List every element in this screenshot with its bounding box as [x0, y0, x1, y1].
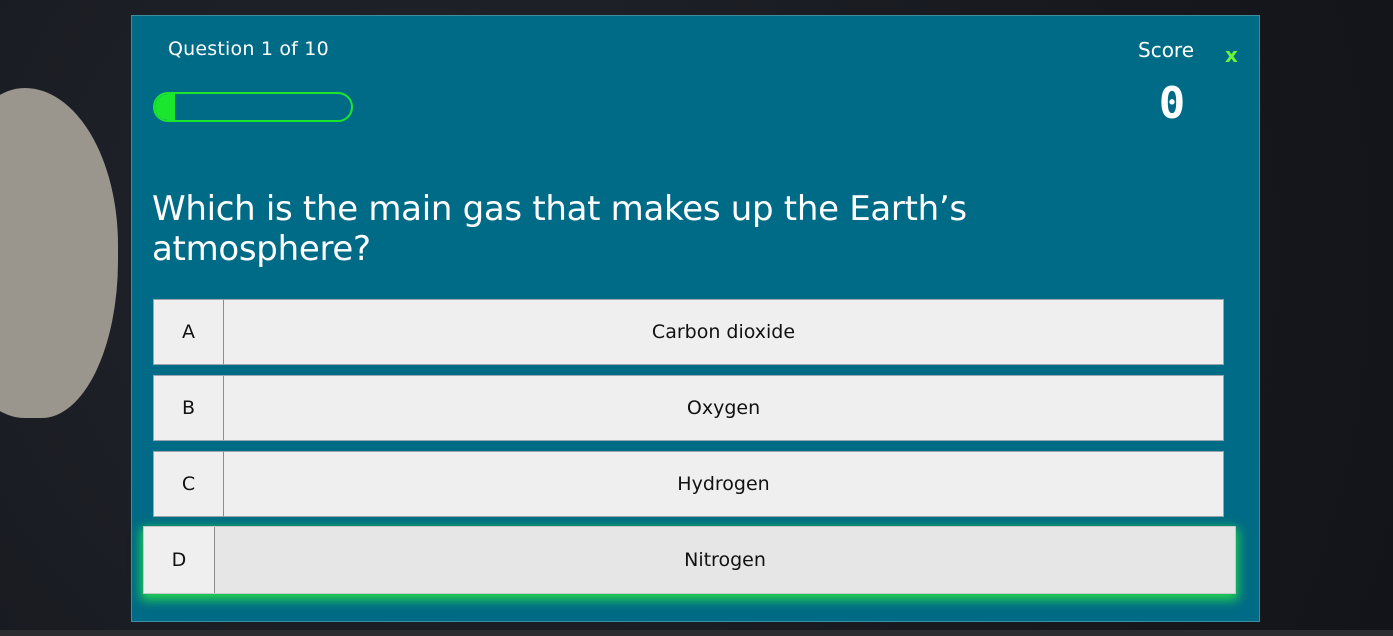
answer-text: Nitrogen [684, 549, 766, 571]
answer-letter: A [154, 300, 224, 364]
score-value: 0 [1158, 78, 1186, 129]
score-label: Score [1138, 38, 1195, 62]
progress-fill [155, 94, 175, 120]
close-button[interactable]: x [1225, 43, 1238, 67]
background-shape [0, 88, 118, 418]
answer-text: Hydrogen [677, 473, 770, 495]
app-background: Question 1 of 10 Score x 0 Which is the … [0, 0, 1393, 636]
answer-letter: D [144, 527, 215, 593]
answer-option-b[interactable]: B Oxygen [153, 375, 1224, 441]
answer-letter: C [154, 452, 224, 516]
answer-option-a[interactable]: A Carbon dioxide [153, 299, 1224, 365]
answer-option-d[interactable]: D Nitrogen [143, 526, 1236, 594]
answer-letter: B [154, 376, 224, 440]
answer-text: Carbon dioxide [651, 321, 796, 343]
answer-option-c[interactable]: C Hydrogen [153, 451, 1224, 517]
quiz-modal: Question 1 of 10 Score x 0 Which is the … [131, 15, 1260, 622]
answer-text: Oxygen [686, 397, 761, 419]
progress-bar [153, 92, 353, 122]
bottom-bar [0, 630, 1393, 636]
question-counter: Question 1 of 10 [168, 38, 329, 60]
question-text: Which is the main gas that makes up the … [152, 189, 967, 269]
